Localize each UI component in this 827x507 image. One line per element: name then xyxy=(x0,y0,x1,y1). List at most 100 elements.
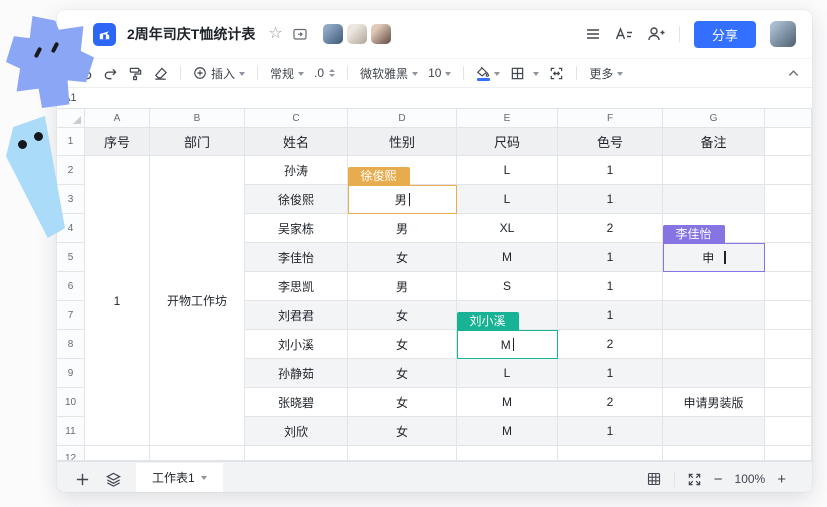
avatar[interactable] xyxy=(371,24,391,44)
cell-E5[interactable]: M xyxy=(457,243,558,272)
cell-E9[interactable]: L xyxy=(457,359,558,388)
share-button[interactable]: 分享 xyxy=(694,21,756,48)
column-header-E[interactable]: E xyxy=(457,109,558,128)
redo-button[interactable] xyxy=(98,62,123,85)
sheet-list-icon[interactable] xyxy=(105,471,122,488)
cell-G5[interactable]: 李佳怡申 xyxy=(663,243,765,272)
column-header-G[interactable]: G xyxy=(663,109,765,128)
clear-format-button[interactable] xyxy=(148,62,173,85)
column-header-C[interactable]: C xyxy=(245,109,348,128)
cell-D9[interactable]: 女 xyxy=(348,359,457,388)
cell-G9[interactable] xyxy=(663,359,765,388)
zoom-out-button[interactable]: − xyxy=(714,472,723,487)
cell-F7[interactable]: 1 xyxy=(558,301,663,330)
user-avatar[interactable] xyxy=(770,21,796,47)
add-sheet-button[interactable] xyxy=(75,472,90,487)
column-header-D[interactable]: D xyxy=(348,109,457,128)
cell-F11[interactable]: 1 xyxy=(558,417,663,446)
cell-G10[interactable]: 申请男装版 xyxy=(663,388,765,417)
cell-C7[interactable]: 刘君君 xyxy=(245,301,348,330)
merged-department-cell[interactable]: 开物工作坊 xyxy=(150,156,245,446)
cell-F5[interactable]: 1 xyxy=(558,243,663,272)
cell-C8[interactable]: 刘小溪 xyxy=(245,330,348,359)
cell-D6[interactable]: 男 xyxy=(348,272,457,301)
field-header[interactable]: 备注 xyxy=(663,128,765,156)
cell-E6[interactable]: S xyxy=(457,272,558,301)
move-to-folder-icon[interactable] xyxy=(292,26,308,42)
cell-G8[interactable] xyxy=(663,330,765,359)
avatar[interactable] xyxy=(323,24,343,44)
fullscreen-icon[interactable] xyxy=(687,472,702,487)
cell-G2[interactable] xyxy=(663,156,765,185)
cell-D8[interactable]: 女 xyxy=(348,330,457,359)
cell-D3[interactable]: 徐俊熙男 xyxy=(348,185,457,214)
row-header-8[interactable]: 8 xyxy=(57,330,85,359)
cell-F9[interactable]: 1 xyxy=(558,359,663,388)
cell-C6[interactable]: 李思凯 xyxy=(245,272,348,301)
field-header[interactable]: 性别 xyxy=(348,128,457,156)
cell-D7[interactable]: 女 xyxy=(348,301,457,330)
merge-cells-button[interactable] xyxy=(544,62,569,85)
column-header-B[interactable]: B xyxy=(150,109,245,128)
add-collaborator-icon[interactable] xyxy=(647,26,665,42)
row-header-6[interactable]: 6 xyxy=(57,272,85,301)
cell-D10[interactable]: 女 xyxy=(348,388,457,417)
field-header[interactable]: 序号 xyxy=(85,128,150,156)
row-header-7[interactable]: 7 xyxy=(57,301,85,330)
borders-button[interactable] xyxy=(505,62,544,85)
cell-C5[interactable]: 李佳怡 xyxy=(245,243,348,272)
sheet-tab-active[interactable]: 工作表1 xyxy=(136,463,223,493)
more-button[interactable]: 更多 xyxy=(584,62,628,85)
cell-E10[interactable]: M xyxy=(457,388,558,417)
cell-F10[interactable]: 2 xyxy=(558,388,663,417)
row-header-10[interactable]: 10 xyxy=(57,388,85,417)
cell-D5[interactable]: 女 xyxy=(348,243,457,272)
cell-D4[interactable]: 男 xyxy=(348,214,457,243)
menu-icon[interactable] xyxy=(585,26,601,42)
cell-C9[interactable]: 孙静茹 xyxy=(245,359,348,388)
font-size-dropdown[interactable]: 10 xyxy=(423,62,456,85)
cell-C10[interactable]: 张晓碧 xyxy=(245,388,348,417)
column-header-A[interactable]: A xyxy=(85,109,150,128)
insert-button[interactable]: 插入 xyxy=(188,62,250,85)
row-header-12[interactable]: 12 xyxy=(57,446,85,461)
cell-G3[interactable] xyxy=(663,185,765,214)
number-format-dropdown[interactable]: 常规 xyxy=(265,62,309,85)
collapse-toolbar-icon[interactable] xyxy=(787,67,800,80)
star-favorite-icon[interactable]: ☆ xyxy=(268,26,282,42)
field-header[interactable]: 部门 xyxy=(150,128,245,156)
row-header-11[interactable]: 11 xyxy=(57,417,85,446)
cell-D11[interactable]: 女 xyxy=(348,417,457,446)
row-header-1[interactable]: 1 xyxy=(57,128,85,156)
cell-F4[interactable]: 2 xyxy=(558,214,663,243)
cell-C3[interactable]: 徐俊熙 xyxy=(245,185,348,214)
sheet-tab-caret[interactable] xyxy=(201,476,207,480)
cell-F2[interactable]: 1 xyxy=(558,156,663,185)
cell-C11[interactable]: 刘欣 xyxy=(245,417,348,446)
row-header-9[interactable]: 9 xyxy=(57,359,85,388)
avatar[interactable] xyxy=(347,24,367,44)
format-painter-button[interactable] xyxy=(123,62,148,85)
cell-E4[interactable]: XL xyxy=(457,214,558,243)
cell-C4[interactable]: 吴家栋 xyxy=(245,214,348,243)
cell-C2[interactable]: 孙涛 xyxy=(245,156,348,185)
cell-E11[interactable]: M xyxy=(457,417,558,446)
field-header[interactable]: 色号 xyxy=(558,128,663,156)
cell-F3[interactable]: 1 xyxy=(558,185,663,214)
cell-E8[interactable]: 刘小溪M xyxy=(457,330,558,359)
zoom-level[interactable]: 100% xyxy=(735,472,766,486)
field-header[interactable]: 姓名 xyxy=(245,128,348,156)
cell-G7[interactable] xyxy=(663,301,765,330)
cell-F8[interactable]: 2 xyxy=(558,330,663,359)
outline-icon[interactable] xyxy=(615,26,633,42)
gridlines-toggle-icon[interactable] xyxy=(646,471,662,487)
column-header-extra[interactable] xyxy=(765,109,812,128)
cell-F6[interactable]: 1 xyxy=(558,272,663,301)
column-header-F[interactable]: F xyxy=(558,109,663,128)
zoom-in-button[interactable]: + xyxy=(777,472,786,487)
decimal-stepper[interactable]: .0 xyxy=(309,62,340,85)
cell-G6[interactable] xyxy=(663,272,765,301)
select-all-corner[interactable] xyxy=(57,109,85,128)
fill-color-button[interactable] xyxy=(471,62,505,85)
font-family-dropdown[interactable]: 微软雅黑 xyxy=(355,62,423,85)
